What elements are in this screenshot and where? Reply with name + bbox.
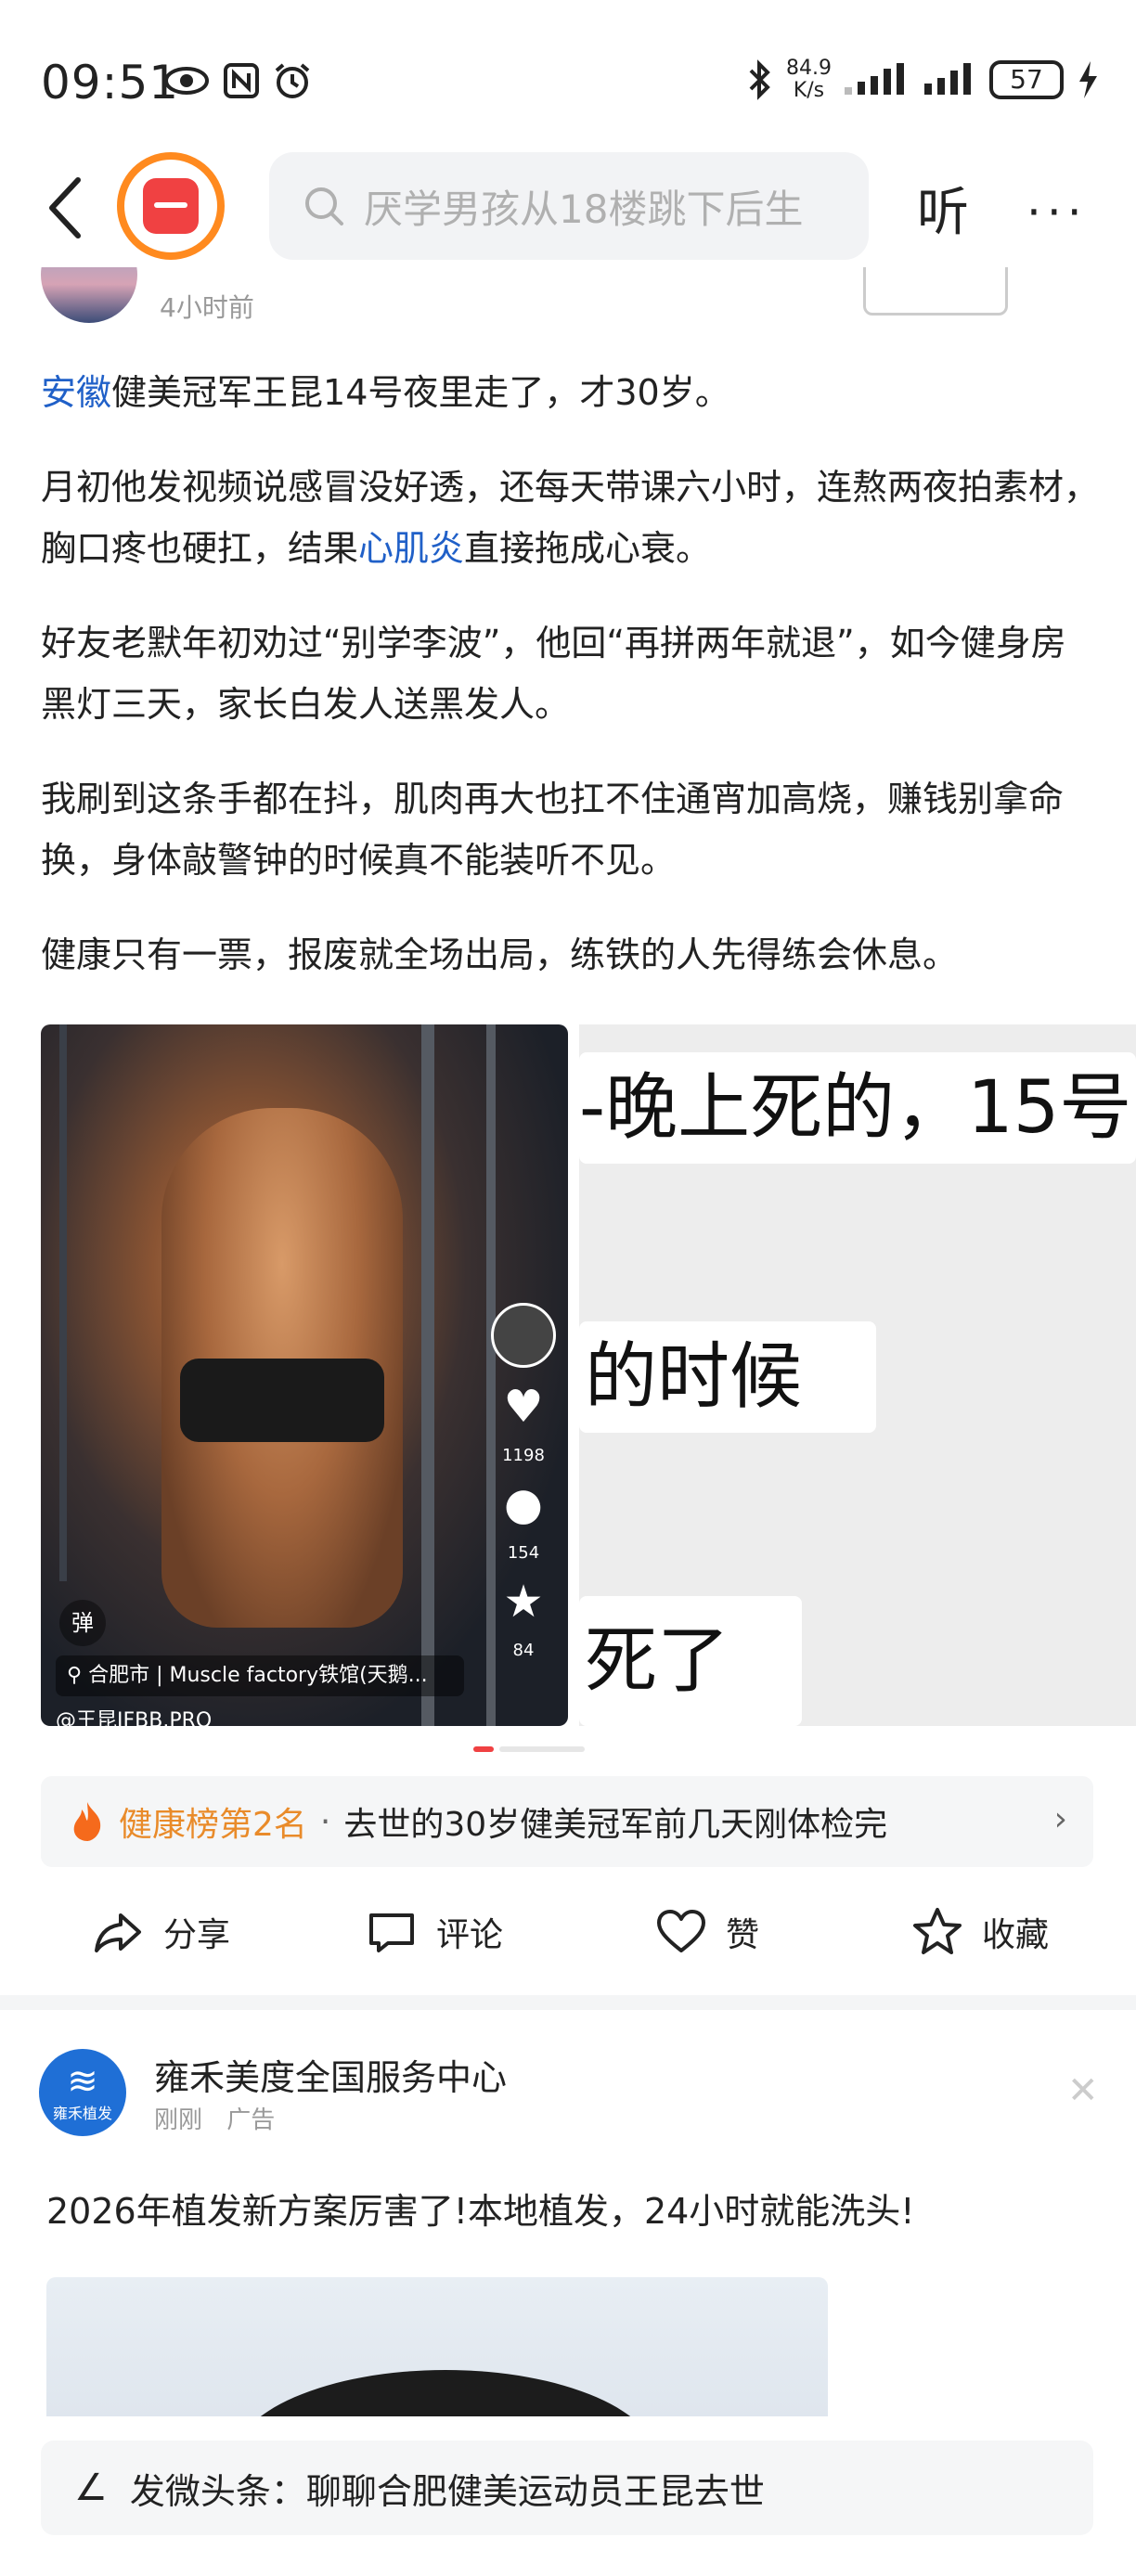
chevron-left-icon: [49, 177, 81, 238]
heart-icon[interactable]: ♥: [503, 1385, 543, 1429]
status-icons-right: 84.9 K/s 57: [747, 58, 1099, 102]
flame-icon: [73, 1802, 101, 1841]
comment-bubble-icon[interactable]: ●: [504, 1482, 543, 1526]
image-carousel[interactable]: ♥ 1198 ● 154 ★ 84 弹 ⚲ 合肥市 | Muscle facto…: [41, 1024, 1136, 1726]
health-rank-bar[interactable]: 健康榜第2名 · 去世的30岁健美冠军前几天刚体检完 ›: [41, 1776, 1093, 1867]
link-anhui[interactable]: 安徽: [41, 372, 111, 413]
carousel-indicator: [473, 1746, 585, 1752]
like-button[interactable]: 赞: [655, 1906, 759, 1958]
paragraph-2: 月初他发视频说感冒没好透，还每天带课六小时，连熬两夜拍素材，胸口疼也硬扛，结果心…: [41, 457, 1099, 579]
chat-screenshot-image[interactable]: -晚上死的，15号 的时候 死了: [579, 1024, 1136, 1726]
rank-label: 健康榜第2名: [119, 1806, 307, 1844]
status-bar: 09:51 84.9 K/s 57: [0, 0, 1136, 148]
video-likes-count: 1198: [502, 1446, 545, 1465]
like-label: 赞: [726, 1916, 760, 1954]
net-speed: 84.9 K/s: [786, 58, 832, 102]
danmu-toggle[interactable]: 弹: [59, 1600, 106, 1646]
author-avatar[interactable]: [41, 267, 137, 323]
gym-rack: [421, 1024, 434, 1726]
gym-rack-3: [59, 1024, 67, 1581]
heart-outline-icon: [657, 1910, 705, 1952]
video-stars-count: 84: [512, 1641, 535, 1660]
ad-time: 刚刚: [154, 2106, 203, 2134]
share-label: 分享: [163, 1916, 231, 1954]
signal-1-icon: [845, 63, 904, 95]
signal-2-icon: [924, 63, 971, 95]
paragraph-2-text-b: 直接拖成心衰。: [464, 528, 712, 569]
chat-line-2: 的时候: [579, 1321, 876, 1433]
location-pin-icon: ⚲: [67, 1664, 89, 1687]
location-tag: ⚲ 合肥市 | Muscle factory铁馆(天鹅...: [56, 1655, 464, 1696]
search-box[interactable]: 厌学男孩从18楼跳下后生: [269, 152, 869, 260]
star-outline-icon: [913, 1908, 962, 1954]
paragraph-3: 好友老默年初劝过“别学李波”，他回“再拼两年就退”，如今健身房黑灯三天，家长白发…: [41, 623, 1066, 725]
follow-button[interactable]: [863, 267, 1008, 316]
post-weitoutiao-text: 发微头条：聊聊合肥健美运动员王昆去世: [129, 2470, 765, 2512]
video-screenshot-image[interactable]: ♥ 1198 ● 154 ★ 84 弹 ⚲ 合肥市 | Muscle facto…: [41, 1024, 568, 1726]
top-header: 厌学男孩从18楼跳下后生 听 ···: [0, 148, 1136, 267]
ad-tag: 广告: [226, 2106, 276, 2134]
charging-icon: [1079, 61, 1097, 98]
advertiser-logo[interactable]: ≋ 雍禾植发: [39, 2049, 126, 2136]
ad-text[interactable]: 2026年植发新方案厉害了!本地植发，24小时就能洗头!: [46, 2183, 915, 2234]
share-button[interactable]: 分享: [93, 1906, 230, 1958]
net-speed-unit: K/s: [793, 79, 825, 102]
ad-image-hair: [232, 2370, 659, 2416]
advertiser-name[interactable]: 雍禾美度全国服务中心: [154, 2049, 507, 2100]
status-time: 09:51: [41, 56, 180, 109]
chevron-right-icon: ›: [1053, 1800, 1067, 1838]
post-time: 4小时前: [160, 292, 254, 323]
ad-image[interactable]: [46, 2277, 828, 2416]
paragraph-5: 健康只有一票，报废就全场出局，练铁的人先得练会休息。: [41, 934, 959, 975]
search-icon: [305, 187, 343, 225]
nfc-icon: [224, 63, 259, 98]
advertiser-logo-icon: ≋: [67, 2060, 98, 2103]
link-myocarditis[interactable]: 心肌炎: [358, 528, 464, 569]
comment-label: 评论: [436, 1916, 504, 1954]
chat-line-3: 死了: [579, 1596, 802, 1726]
pen-icon: ∠: [74, 2467, 108, 2509]
alarm-icon: [275, 63, 310, 98]
section-divider: [0, 1995, 1136, 2010]
creator-avatar[interactable]: [491, 1303, 556, 1368]
action-bar: 分享 评论 赞 收藏: [0, 1893, 1136, 1995]
more-button[interactable]: ···: [1026, 186, 1088, 239]
ad-meta: 刚刚 广告: [154, 2101, 275, 2135]
search-placeholder: 厌学男孩从18楼跳下后生: [364, 186, 804, 232]
post-weitoutiao-bar[interactable]: ∠ 发微头条：聊聊合肥健美运动员王昆去世: [41, 2441, 1093, 2535]
video-watermark: @王昆JFBB.PRO: [56, 1709, 213, 1726]
collect-button[interactable]: 收藏: [911, 1906, 1049, 1958]
rank-separator: ·: [319, 1802, 331, 1841]
carousel-dot-track: [499, 1746, 585, 1752]
back-button[interactable]: [41, 171, 93, 245]
rank-headline: 去世的30岁健美冠军前几天刚体检完: [343, 1806, 888, 1844]
collect-label: 收藏: [982, 1916, 1050, 1954]
paragraph-1: 安徽健美冠军王昆14号夜里走了，才30岁。: [41, 362, 1099, 423]
paragraph-1-text: 健美冠军王昆14号夜里走了，才30岁。: [111, 372, 730, 413]
listen-button[interactable]: 听: [917, 171, 969, 246]
battery-indicator: 57: [989, 60, 1064, 99]
share-icon: [95, 1913, 141, 1952]
chat-line-1: -晚上死的，15号: [579, 1052, 1136, 1164]
status-icons-left: [163, 61, 312, 100]
app-logo[interactable]: [117, 152, 225, 260]
close-icon[interactable]: ✕: [1067, 2069, 1099, 2112]
star-icon[interactable]: ★: [503, 1579, 543, 1624]
comment-icon: [369, 1913, 414, 1952]
bodybuilder-shorts: [180, 1359, 384, 1442]
toutiao-logo-icon: [143, 178, 199, 234]
advertiser-logo-text: 雍禾植发: [52, 2105, 112, 2122]
eye-icon: [164, 67, 209, 95]
carousel-dot-active: [473, 1746, 494, 1752]
comment-button[interactable]: 评论: [366, 1906, 503, 1958]
article-body: 安徽健美冠军王昆14号夜里走了，才30岁。 月初他发视频说感冒没好透，还每天带课…: [41, 362, 1099, 1019]
location-text: 合肥市 | Muscle factory铁馆(天鹅...: [88, 1664, 428, 1687]
paragraph-4: 我刷到这条手都在抖，肌肉再大也扛不住通宵加高烧，赚钱别拿命换，身体敲警钟的时候真…: [41, 779, 1065, 881]
video-comments-count: 154: [507, 1543, 540, 1563]
net-speed-value: 84.9: [786, 57, 832, 80]
bluetooth-icon: [749, 59, 770, 100]
video-side-actions: ♥ 1198 ● 154 ★ 84: [486, 1303, 561, 1660]
author-strip: 4小时前: [0, 267, 1136, 336]
